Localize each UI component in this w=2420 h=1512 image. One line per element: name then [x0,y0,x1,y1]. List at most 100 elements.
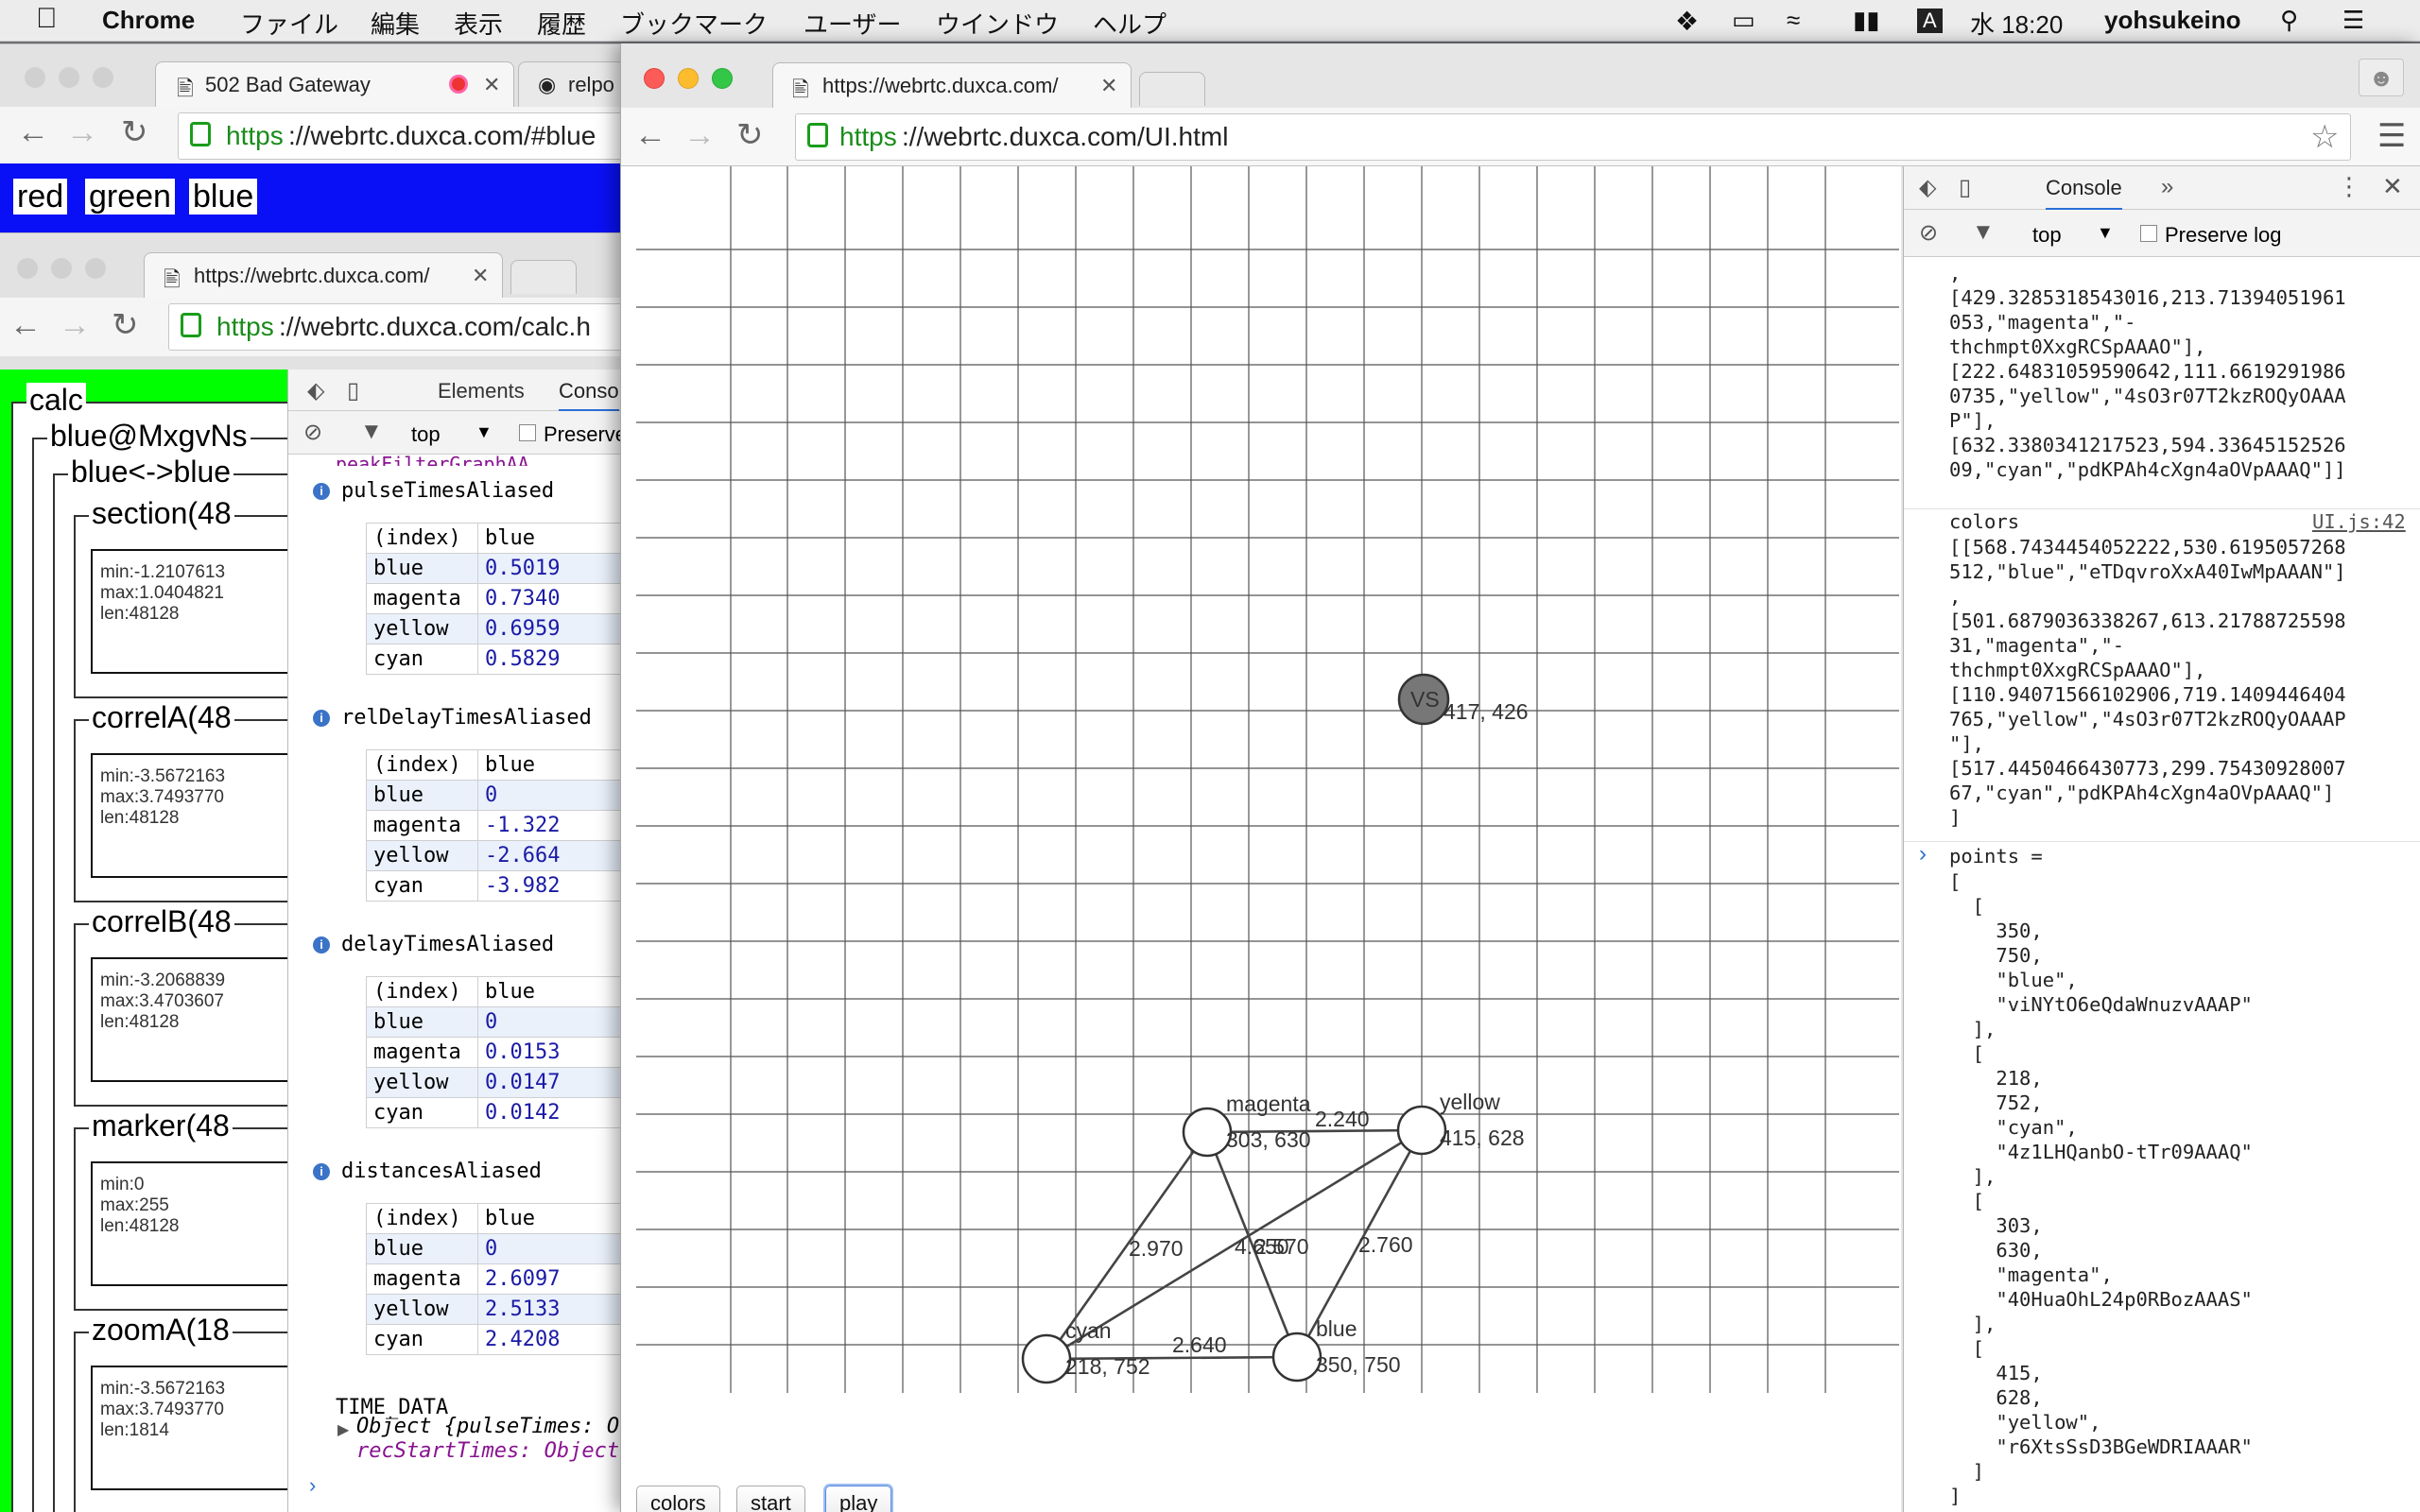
clear-console-icon[interactable]: ⊘ [1919,219,1938,247]
menu-view[interactable]: 表示 [454,6,503,41]
console-input-command[interactable]: points = [1949,845,2043,868]
node-magenta[interactable] [1182,1107,1233,1158]
close-button-inactive[interactable] [25,67,45,88]
device-toolbar-icon[interactable]: ▯ [347,377,359,404]
console-group-title[interactable]: pulseTimesAliased [341,479,554,503]
tab-ui[interactable]: 🖹 https://webrtc.duxca.com/ ✕ [772,62,1132,108]
console-group-title[interactable]: delayTimesAliased [341,933,554,956]
node-cyan[interactable] [1021,1333,1072,1384]
context-select[interactable]: top [2032,223,2062,248]
console-prompt-icon[interactable]: › [309,1473,316,1498]
green-button[interactable]: green [85,179,175,215]
airplay-icon[interactable]: ▭ [1732,6,1755,35]
address-bar[interactable]: https ://webrtc.duxca.com/#blue [178,112,643,160]
input-source-icon[interactable]: A [1917,9,1943,33]
menu-file[interactable]: ファイル [240,6,338,41]
reload-icon[interactable]: ↻ [121,116,148,148]
red-button[interactable]: red [13,179,68,215]
console-group-title[interactable]: distancesAliased [341,1160,542,1183]
menu-history[interactable]: 履歴 [537,6,586,41]
console-object-line[interactable]: Object {pulseTimes: O [356,1415,619,1438]
chevron-down-icon[interactable]: ▼ [475,422,493,442]
reload-icon[interactable]: ↻ [112,309,139,341]
clear-console-icon[interactable]: ⊘ [303,419,322,446]
close-tab-icon[interactable]: ✕ [1100,74,1117,98]
table-header: blue [477,523,643,554]
play-button[interactable]: play [825,1486,892,1512]
table-cell: 2.5133 [477,1294,643,1325]
notification-center-icon[interactable]: ☰ [2342,6,2364,35]
node-blue[interactable] [1271,1332,1322,1383]
profile-icon[interactable]: ☻ [2359,59,2404,96]
battery-icon[interactable]: ▮▮ [1853,6,1880,35]
new-tab-button[interactable] [510,260,577,294]
apple-icon[interactable]:  [36,3,58,35]
back-arrow-icon[interactable]: ← [634,119,666,151]
wifi-icon[interactable]: ≈ [1787,6,1800,35]
menu-bookmarks[interactable]: ブックマーク [620,6,768,41]
inspect-icon[interactable]: ⬖ [1919,174,1936,201]
source-link[interactable]: UI.js:42 [2312,510,2406,533]
context-select[interactable]: top [411,422,441,447]
close-tab-icon[interactable]: ✕ [483,73,500,97]
position-canvas[interactable]: 2.240 2.970 4.650 2.570 2.760 2.640 VS 4… [621,166,1901,1452]
filter-icon[interactable]: ▼ [360,419,383,445]
menu-people[interactable]: ユーザー [804,6,901,41]
back-arrow-icon[interactable]: ← [9,309,42,341]
browser-window-calc: 🖹 https://webrtc.duxca.com/ ✕ ← → ↻ http… [0,232,643,1512]
dropbox-icon[interactable]: ❖ [1675,6,1699,37]
tab-console[interactable]: Console [2046,176,2122,211]
minimize-button-inactive[interactable] [51,258,72,279]
forward-arrow-icon[interactable]: → [66,116,98,148]
menu-edit[interactable]: 編集 [371,6,420,41]
tab-calc[interactable]: 🖹 https://webrtc.duxca.com/ ✕ [144,252,503,298]
minimize-button[interactable] [678,68,699,89]
blue-button[interactable]: blue [189,179,258,215]
table-cell: blue [366,780,478,811]
tab-console[interactable]: Conso [559,379,619,412]
new-tab-button[interactable] [1139,72,1205,106]
preserve-log-checkbox[interactable] [2140,225,2157,242]
more-menu-icon[interactable]: ⋮ [2337,172,2361,201]
close-button-inactive[interactable] [17,258,38,279]
stat-max: max:1.0404821 [100,583,224,603]
chrome-menu-icon[interactable]: ☰ [2377,117,2406,155]
reload-icon[interactable]: ↻ [736,119,764,151]
spotlight-icon[interactable]: ⚲ [2280,6,2298,35]
forward-arrow-icon[interactable]: → [683,119,716,151]
tab-elements[interactable]: Elements [438,379,525,404]
preserve-log-label: Preserve log [2165,223,2282,247]
menu-user[interactable]: yohsukeino [2104,6,2240,35]
zoom-button-inactive[interactable] [85,258,106,279]
more-tabs-icon[interactable]: » [2161,174,2173,200]
bookmark-star-icon[interactable]: ☆ [2310,118,2339,156]
node-yellow[interactable] [1396,1105,1447,1156]
address-bar[interactable]: https ://webrtc.duxca.com/calc.h [168,303,643,351]
minimize-button-inactive[interactable] [59,67,79,88]
zoom-button-inactive[interactable] [93,67,113,88]
console-group-title[interactable]: relDelayTimesAliased [341,706,592,730]
menu-window[interactable]: ウインドウ [936,6,1059,41]
tab-bad-gateway[interactable]: 🖹 502 Bad Gateway ✕ [155,61,514,107]
page-icon: 🖹 [792,77,809,101]
menu-clock[interactable]: 水 18:20 [1970,6,2063,41]
expand-triangle-icon[interactable]: ▶ [337,1420,349,1439]
close-devtools-icon[interactable]: ✕ [2382,172,2403,201]
menu-app-name[interactable]: Chrome [102,6,195,35]
chevron-down-icon[interactable]: ▼ [2097,223,2114,243]
zoom-button[interactable] [712,68,733,89]
forward-arrow-icon[interactable]: → [59,309,91,341]
preserve-log-checkbox[interactable] [519,424,536,441]
address-bar[interactable]: https ://webrtc.duxca.com/UI.html ☆ [795,113,2351,161]
inspect-icon[interactable]: ⬖ [307,377,324,404]
device-toolbar-icon[interactable]: ▯ [1959,174,1971,201]
close-button[interactable] [644,68,665,89]
close-tab-icon[interactable]: ✕ [472,264,489,288]
menu-help[interactable]: ヘルプ [1093,6,1167,41]
start-button[interactable]: start [736,1486,805,1512]
console-input-body[interactable]: [ [ 350, 750, "blue", "viNYtO6eQdaWnuzvA… [1949,869,2253,1512]
stat-min: min:0 [100,1175,145,1194]
colors-button[interactable]: colors [636,1486,720,1512]
filter-icon[interactable]: ▼ [1972,219,1995,246]
back-arrow-icon[interactable]: ← [17,116,49,148]
